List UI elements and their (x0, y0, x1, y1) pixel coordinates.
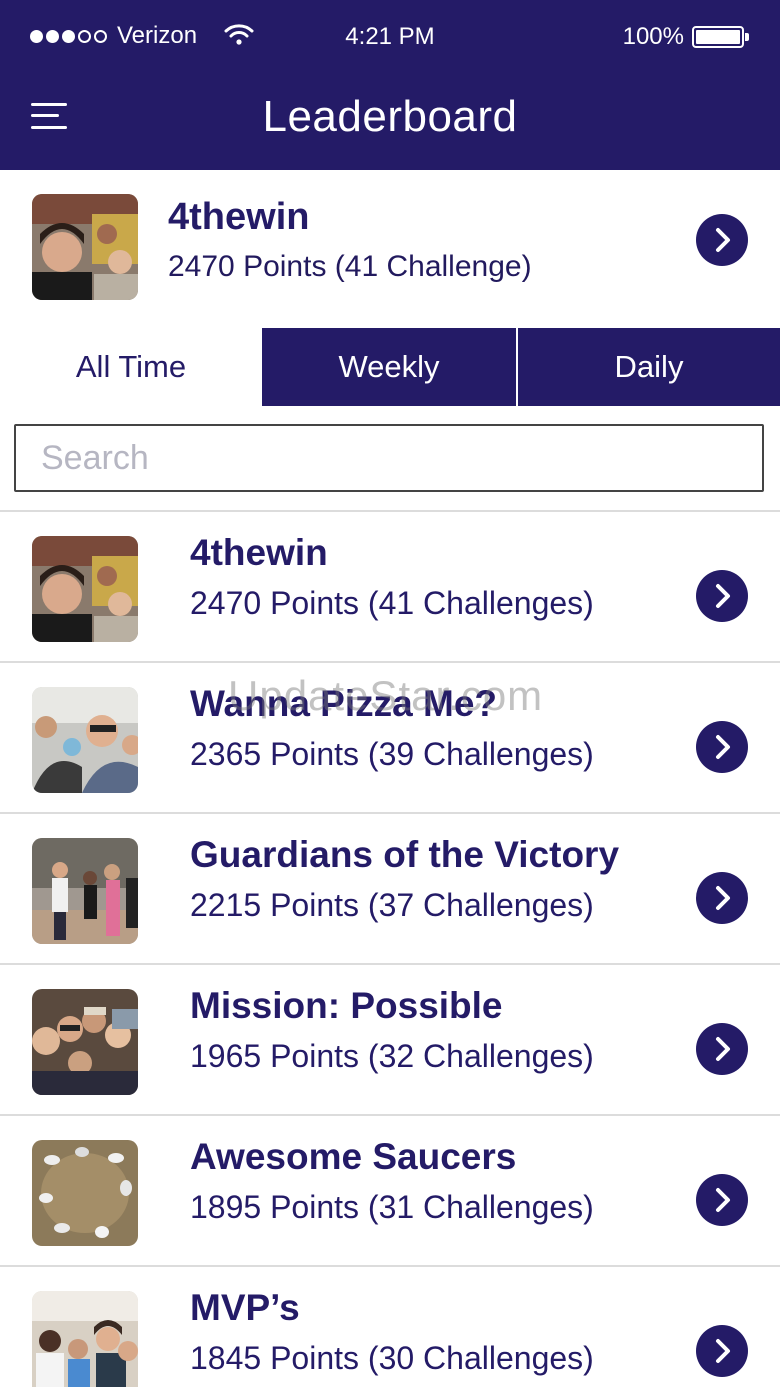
nav-bar: Leaderboard (0, 72, 780, 170)
team-avatar (32, 687, 138, 793)
app-header: Verizon 4:21 PM 100% Leaderboard (0, 0, 780, 170)
team-name: 4thewin (190, 532, 328, 573)
team-name: MVP’s (190, 1287, 300, 1328)
chevron-right-icon[interactable] (696, 721, 748, 773)
team-avatar (32, 838, 138, 944)
chevron-right-icon[interactable] (696, 1325, 748, 1377)
list-item[interactable]: 4thewin 2470 Points (41 Challenges) (0, 512, 780, 663)
chevron-right-icon[interactable] (696, 214, 748, 266)
battery-percent: 100% (622, 23, 684, 50)
status-bar: Verizon 4:21 PM 100% (0, 0, 780, 72)
team-name: Guardians of the Victory (190, 834, 620, 875)
chevron-right-icon[interactable] (696, 1023, 748, 1075)
tab-daily[interactable]: Daily (518, 328, 780, 406)
battery-status: 100% (622, 23, 749, 51)
chevron-right-icon[interactable] (696, 570, 748, 622)
list-item[interactable]: Guardians of the Victory 2215 Points (37… (0, 814, 780, 965)
list-item[interactable]: Awesome Saucers 1895 Points (31 Challeng… (0, 1116, 780, 1267)
list-item[interactable]: Mission: Possible 1965 Points (32 Challe… (0, 965, 780, 1116)
list-item[interactable]: Wanna Pizza Me? 2365 Points (39 Challeng… (0, 663, 780, 814)
team-avatar (32, 194, 138, 300)
team-name: Awesome Saucers (190, 1136, 517, 1177)
team-points: 2365 Points (39 Challenges) (190, 736, 594, 772)
team-name: Wanna Pizza Me? (190, 683, 498, 724)
team-avatar (32, 1140, 138, 1246)
team-points: 2215 Points (37 Challenges) (190, 887, 594, 923)
team-points: 1895 Points (31 Challenges) (190, 1189, 594, 1225)
search-input[interactable] (16, 426, 762, 490)
battery-icon (692, 26, 749, 48)
team-points: 2470 Points (41 Challenges) (190, 585, 594, 621)
team-points: 1965 Points (32 Challenges) (190, 1038, 594, 1074)
team-points: 1845 Points (30 Challenges) (190, 1340, 594, 1376)
team-avatar (32, 1291, 138, 1387)
chevron-right-icon[interactable] (696, 1174, 748, 1226)
search-box (14, 424, 764, 492)
my-team-name: 4thewin (168, 196, 310, 238)
page-title: Leaderboard (262, 92, 518, 141)
my-team-card[interactable]: 4thewin 2470 Points (41 Challenge) (0, 170, 780, 328)
team-name: Mission: Possible (190, 985, 503, 1026)
tab-all-time[interactable]: All Time (0, 328, 262, 406)
list-item[interactable]: MVP’s 1845 Points (30 Challenges) (0, 1267, 780, 1387)
tab-weekly[interactable]: Weekly (262, 328, 518, 406)
team-avatar (32, 536, 138, 642)
chevron-right-icon[interactable] (696, 872, 748, 924)
my-team-points: 2470 Points (41 Challenge) (168, 250, 532, 283)
team-avatar (32, 989, 138, 1095)
leaderboard-list: 4thewin 2470 Points (41 Challenges) Wann… (0, 512, 780, 1387)
time-range-tabs: All Time Weekly Daily (0, 328, 780, 406)
